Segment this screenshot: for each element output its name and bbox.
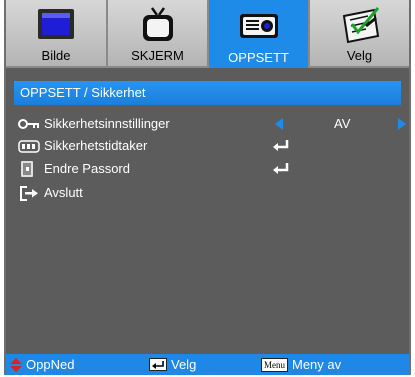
menu-item-sikkerhetstidtaker[interactable]: Sikkerhetstidtaker xyxy=(18,136,406,156)
exit-icon xyxy=(20,186,38,201)
timer-icon xyxy=(18,140,40,153)
menu-item-label: Avslutt xyxy=(44,185,83,200)
tab-bar: Bilde SKJERM OPPSETT Velg xyxy=(6,0,409,68)
arrow-right-icon[interactable] xyxy=(398,118,406,130)
monitor-icon xyxy=(38,9,74,39)
menu-key-icon: Menu xyxy=(261,357,288,372)
tab-label: Bilde xyxy=(41,48,71,63)
menu-item-endre-passord[interactable]: Endre Passord xyxy=(18,159,406,179)
footer-menu-label: Meny av xyxy=(292,357,342,372)
menu-item-label: Sikkerhetsinnstillinger xyxy=(44,116,170,131)
tab-skjerm[interactable]: SKJERM xyxy=(108,0,209,68)
tab-label: Velg xyxy=(346,48,373,63)
tab-label: OPPSETT xyxy=(228,50,289,65)
footer-select-hint: Velg xyxy=(149,357,196,372)
menu-item-label: Endre Passord xyxy=(44,161,130,176)
footer-nav-hint: OppNed xyxy=(10,357,74,372)
menu-panel: OPPSETT / Sikkerhet Sikkerhetsinnstillin… xyxy=(6,68,409,354)
footer-nav-label: OppNed xyxy=(26,357,75,372)
projector-icon xyxy=(239,14,278,38)
breadcrumb: OPPSETT / Sikkerhet xyxy=(14,81,401,105)
menu-item-avslutt[interactable]: Avslutt xyxy=(18,183,406,203)
enter-icon[interactable] xyxy=(272,139,290,153)
tab-label: SKJERM xyxy=(131,48,184,63)
password-icon xyxy=(21,161,33,177)
arrow-left-icon[interactable] xyxy=(275,118,283,130)
tab-velg[interactable]: Velg xyxy=(310,0,409,68)
tab-oppsett[interactable]: OPPSETT xyxy=(209,0,310,68)
enter-icon[interactable] xyxy=(272,162,290,176)
footer-help-bar: OppNed Velg Menu Meny av xyxy=(6,354,409,375)
key-icon xyxy=(18,119,39,129)
footer-menu-hint: Menu Meny av xyxy=(261,357,341,372)
tv-icon xyxy=(142,7,173,41)
up-down-arrows-icon xyxy=(10,357,22,372)
footer-select-label: Velg xyxy=(171,357,197,372)
osd-menu-window: Bilde SKJERM OPPSETT Velg OPPSETT / Sikk… xyxy=(4,0,411,375)
enter-key-icon xyxy=(149,358,167,371)
menu-item-sikkerhetsinnstillinger[interactable]: Sikkerhetsinnstillinger AV xyxy=(18,114,406,134)
options-checklist-icon xyxy=(342,7,379,44)
tab-bilde[interactable]: Bilde xyxy=(6,0,108,68)
menu-item-label: Sikkerhetstidtaker xyxy=(44,138,148,153)
security-setting-value: AV xyxy=(334,116,351,131)
